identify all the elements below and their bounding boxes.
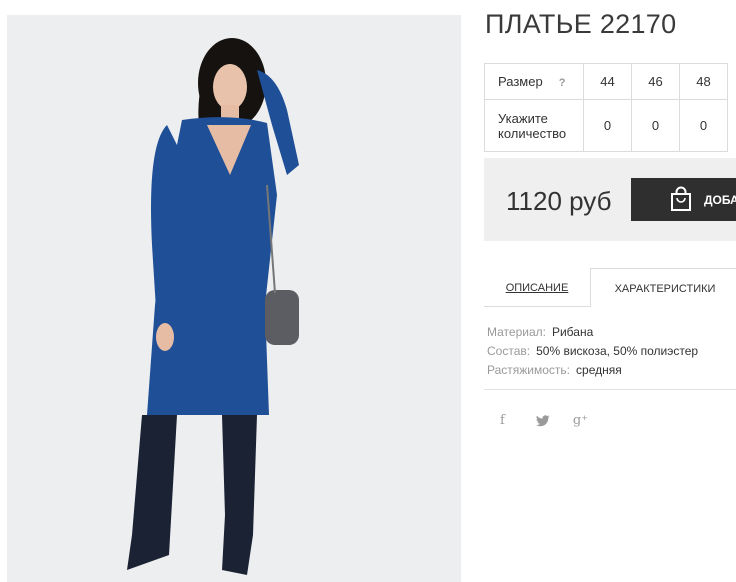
product-photo[interactable] xyxy=(7,15,461,582)
add-to-cart-label: ДОБА xyxy=(704,193,736,207)
tab-characteristics[interactable]: ХАРАКТЕРИСТИКИ xyxy=(590,268,736,307)
size-46: 46 xyxy=(631,63,680,100)
quantity-input-48[interactable]: 0 xyxy=(679,99,728,152)
add-to-cart-button[interactable]: ДОБА xyxy=(631,178,736,221)
quantity-label-line1: Укажите xyxy=(498,110,548,126)
price-box: 1120 руб ДОБА xyxy=(484,158,736,241)
product-title: ПЛАТЬЕ 22170 xyxy=(485,9,677,39)
spec-key: Материал: xyxy=(487,325,546,339)
facebook-icon[interactable]: f xyxy=(500,413,524,428)
size-44: 44 xyxy=(583,63,632,100)
divider xyxy=(484,389,736,390)
size-label-cell: Размер? xyxy=(484,63,584,100)
size-quantity-table: Размер? 44 46 48 Укажите количество 0 0 … xyxy=(484,63,728,152)
size-help-icon[interactable]: ? xyxy=(559,77,566,89)
price: 1120 руб xyxy=(506,186,612,216)
spec-value: средняя xyxy=(576,363,622,377)
spec-key: Состав: xyxy=(487,344,531,358)
spec-key: Растяжимость: xyxy=(487,363,571,377)
quantity-label-cell: Укажите количество xyxy=(484,99,584,152)
quantity-input-46[interactable]: 0 xyxy=(631,99,680,152)
google-plus-icon[interactable]: g⁺ xyxy=(573,413,597,428)
social-share: f g⁺ xyxy=(500,411,605,429)
tab-description[interactable]: ОПИСАНИЕ xyxy=(484,268,590,307)
characteristics-list: Материал: Рибана Состав: 50% вискоза, 50% … xyxy=(487,323,698,380)
shopping-bag-icon xyxy=(669,186,693,215)
quantity-label-line2: количество xyxy=(498,125,567,141)
spec-row-stretch: Растяжимость: средняя xyxy=(487,361,698,380)
tabs-bottom-border xyxy=(484,306,590,307)
spec-row-composition: Состав: 50% вискоза, 50% полиэстер xyxy=(487,342,698,361)
size-48: 48 xyxy=(679,63,728,100)
spec-value: 50% вискоза, 50% полиэстер xyxy=(536,344,699,358)
spec-row-material: Материал: Рибана xyxy=(487,323,698,342)
quantity-input-44[interactable]: 0 xyxy=(583,99,632,152)
spec-value: Рибана xyxy=(551,325,594,339)
product-tabs: ОПИСАНИЕ ХАРАКТЕРИСТИКИ xyxy=(484,268,736,308)
twitter-icon[interactable] xyxy=(536,413,560,428)
size-label: Размер xyxy=(498,74,543,89)
